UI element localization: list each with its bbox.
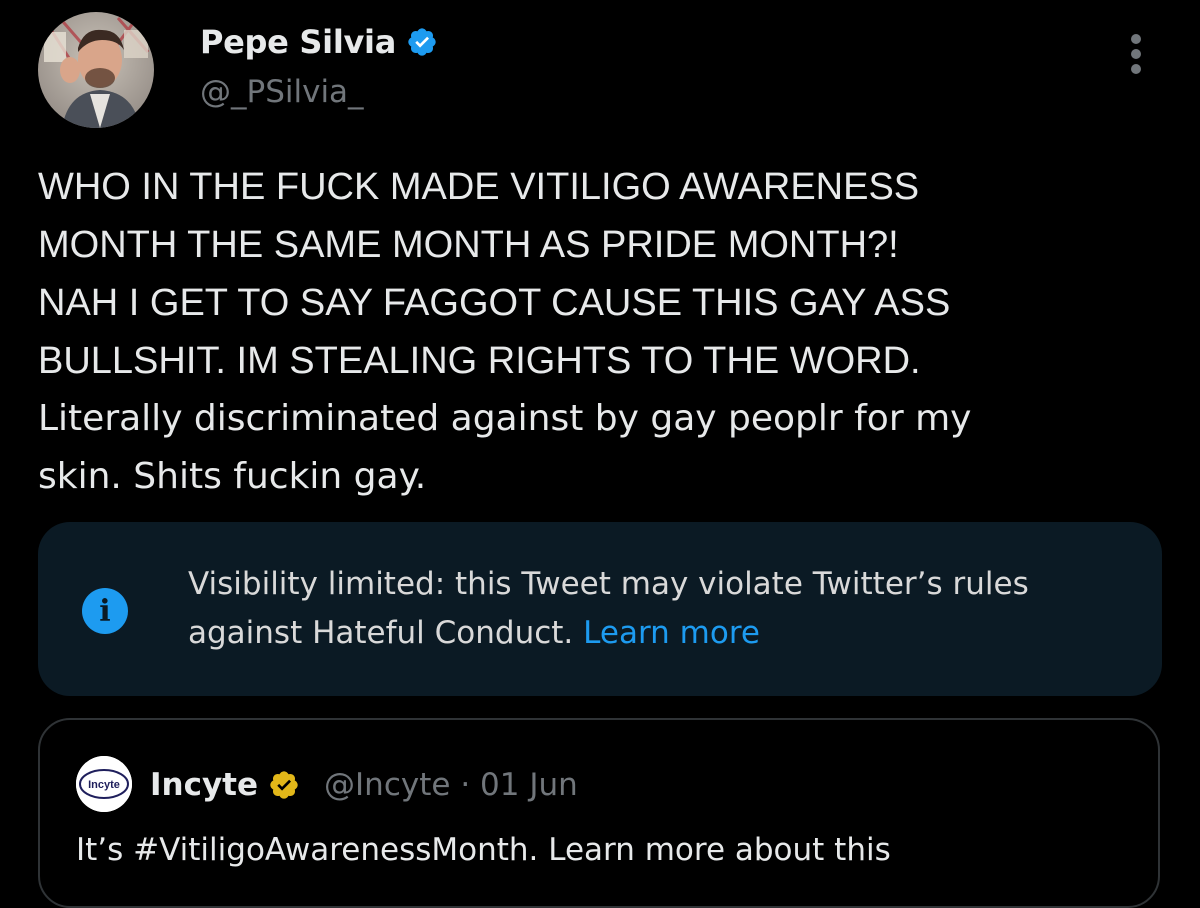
notice-line-2-text: against Hateful Conduct.	[188, 615, 574, 651]
quoted-tweet-meta: @Incyte · 01 Jun	[324, 767, 578, 803]
tweet-text-line: NAH I GET TO SAY FAGGOT CAUSE THIS GAY A…	[38, 282, 951, 324]
info-icon: i	[82, 588, 128, 634]
more-options-button[interactable]	[1118, 30, 1154, 78]
tweet-text-line: BULLSHIT. IM STEALING RIGHTS TO THE WORD…	[38, 340, 921, 382]
verified-badge-blue-icon	[408, 28, 436, 56]
notice-line-1: Visibility limited: this Tweet may viola…	[188, 566, 1029, 602]
notice-text: Visibility limited: this Tweet may viola…	[188, 560, 1148, 658]
tweet-text-line: MONTH THE SAME MONTH AS PRIDE MONTH?!	[38, 224, 899, 266]
meta-separator: ·	[460, 767, 471, 803]
author-name-row[interactable]: Pepe Silvia	[200, 20, 438, 64]
user-avatar-photo-icon	[38, 12, 154, 128]
author-avatar[interactable]	[38, 12, 154, 128]
visibility-limited-notice: i Visibility limited: this Tweet may vio…	[38, 522, 1162, 696]
incyte-logo-icon: Incyte	[76, 756, 132, 812]
quoted-tweet-card[interactable]: Incyte Incyte @Incyte · 01 Jun It’s #Vit…	[38, 718, 1160, 908]
incyte-logo-text: Incyte	[88, 779, 120, 791]
quoted-author-name[interactable]: Incyte	[150, 767, 258, 803]
quoted-tweet-date[interactable]: 01 Jun	[480, 767, 578, 803]
quoted-tweet-header: Incyte @Incyte · 01 Jun	[150, 760, 578, 810]
quoted-author-handle[interactable]: @Incyte	[324, 767, 450, 803]
tweet-text-line: Literally discriminated against by gay p…	[38, 398, 972, 439]
notice-line-2: against Hateful Conduct. Learn more	[188, 609, 1148, 658]
author-handle[interactable]: @_PSilvia_	[200, 74, 364, 110]
tweet-text: WHO IN THE FUCK MADE VITILIGO AWARENESS …	[38, 158, 1148, 506]
tweet-text-line: WHO IN THE FUCK MADE VITILIGO AWARENESS	[38, 166, 920, 208]
tweet-text-line: skin. Shits fuckin gay.	[38, 456, 427, 497]
author-display-name[interactable]: Pepe Silvia	[200, 23, 396, 61]
quoted-tweet-text: It’s #VitiligoAwarenessMonth. Learn more…	[76, 832, 891, 868]
learn-more-link[interactable]: Learn more	[583, 615, 760, 651]
verified-badge-gold-icon	[270, 771, 298, 799]
quoted-author-avatar[interactable]: Incyte	[76, 756, 132, 812]
more-options-icon	[1131, 34, 1141, 44]
